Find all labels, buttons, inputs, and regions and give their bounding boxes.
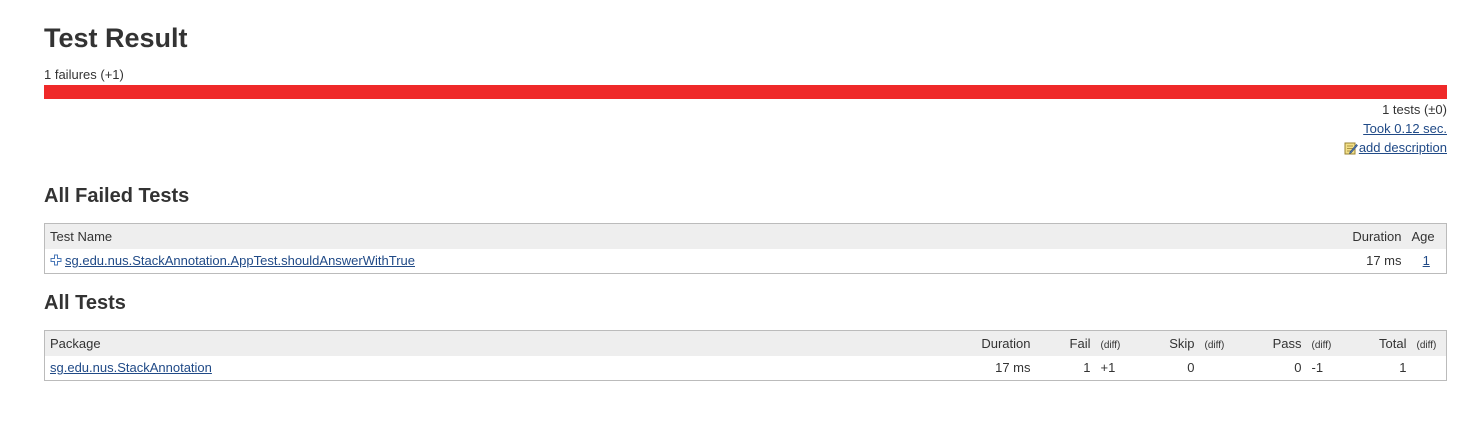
package-pass-diff: -1 xyxy=(1311,360,1324,376)
package-duration: 17 ms xyxy=(995,360,1031,376)
package-skip: 0 xyxy=(1187,360,1195,376)
col-package[interactable]: Package xyxy=(44,330,966,356)
table-row: sg.edu.nus.StackAnnotation 17 ms 1 +1 0 … xyxy=(45,356,1447,381)
table-row: sg.edu.nus.StackAnnotation.AppTest.shoul… xyxy=(45,249,1447,274)
all-tests-heading: All Tests xyxy=(44,292,126,314)
package-pass: 0 xyxy=(1294,360,1302,376)
package-total: 1 xyxy=(1399,360,1407,376)
col-duration[interactable]: Duration xyxy=(1344,223,1407,249)
page-title: Test Result xyxy=(44,23,188,53)
col-pass[interactable]: Pass xyxy=(1244,330,1307,356)
failed-tests-table: Test Name Duration Age sg.edu.nus.StackA… xyxy=(44,223,1447,274)
test-result-page: Test Result 1 failures (+1) 1 tests (±0)… xyxy=(0,0,1458,433)
took-duration-link[interactable]: Took 0.12 sec. xyxy=(1363,121,1447,136)
add-description-link[interactable]: add description xyxy=(1359,138,1447,157)
failed-tests-heading: All Failed Tests xyxy=(44,185,190,207)
col-pass-diff[interactable]: (diff) xyxy=(1312,340,1332,351)
all-tests-header-row: Package Duration Fail (diff) Skip (diff)… xyxy=(44,330,1447,356)
package-link[interactable]: sg.edu.nus.StackAnnotation xyxy=(50,360,212,375)
summary-panel: 1 tests (±0) Took 0.12 sec. add descript… xyxy=(1344,100,1447,157)
failures-summary: 1 failures (+1) xyxy=(44,67,124,82)
progress-fail-fill xyxy=(44,85,1447,99)
failed-test-age-link[interactable]: 1 xyxy=(1423,253,1430,268)
failed-test-link[interactable]: sg.edu.nus.StackAnnotation.AppTest.shoul… xyxy=(65,253,415,268)
package-fail: 1 xyxy=(1083,360,1091,376)
edit-notepad-icon xyxy=(1344,142,1358,154)
package-fail-diff: +1 xyxy=(1100,360,1116,376)
col-skip[interactable]: Skip xyxy=(1139,330,1200,356)
all-tests-table: Package Duration Fail (diff) Skip (diff)… xyxy=(44,330,1447,381)
col-fail-diff[interactable]: (diff) xyxy=(1101,340,1121,351)
tests-count: 1 tests (±0) xyxy=(1382,102,1447,117)
col-total[interactable]: Total xyxy=(1353,330,1412,356)
package-skip-diff xyxy=(1200,356,1245,381)
expand-plus-icon[interactable] xyxy=(50,254,62,266)
col-age[interactable]: Age xyxy=(1406,223,1447,249)
col-duration[interactable]: Duration xyxy=(965,330,1036,356)
failed-test-duration: 17 ms xyxy=(1366,253,1402,269)
package-total-diff xyxy=(1412,356,1447,381)
col-skip-diff[interactable]: (diff) xyxy=(1205,340,1225,351)
test-progress-bar xyxy=(44,85,1447,99)
col-test-name[interactable]: Test Name xyxy=(44,223,1345,249)
col-total-diff[interactable]: (diff) xyxy=(1417,340,1437,351)
failed-tests-header-row: Test Name Duration Age xyxy=(44,223,1447,249)
col-fail[interactable]: Fail xyxy=(1035,330,1096,356)
